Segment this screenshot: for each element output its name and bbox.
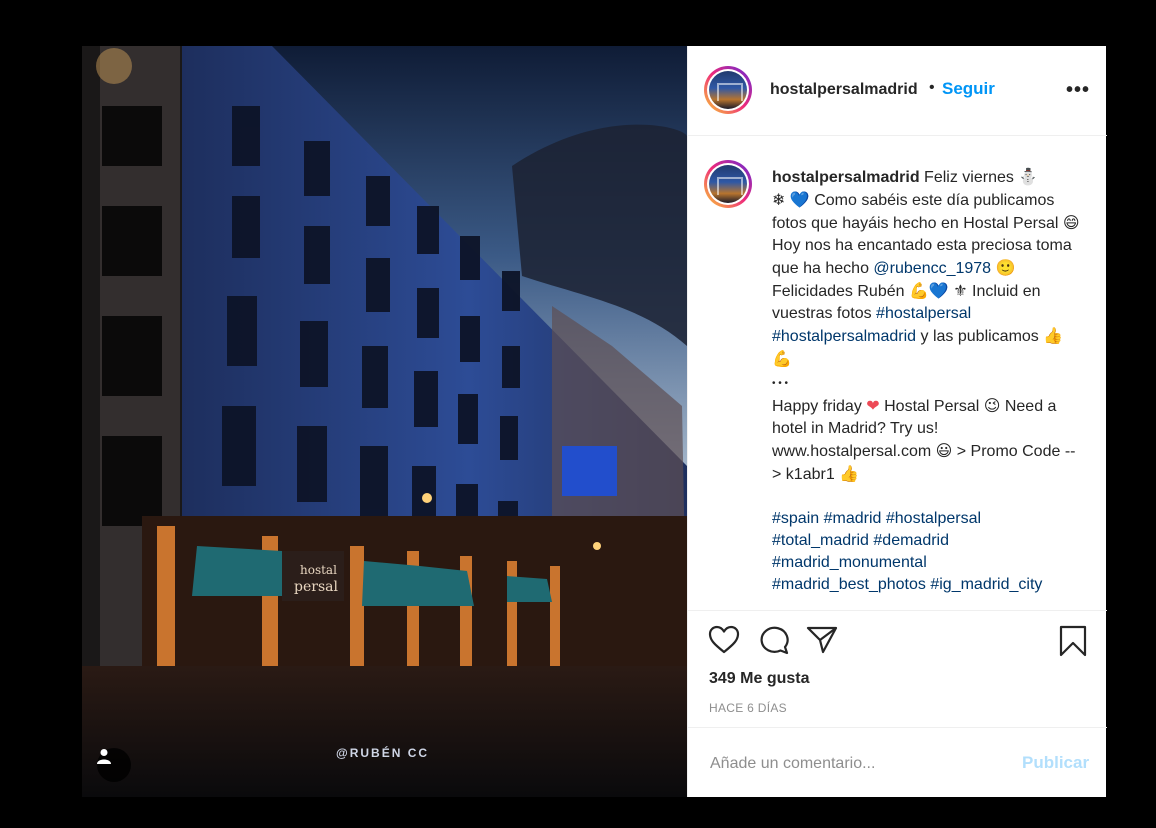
smile-icon: 🙂: [995, 258, 1016, 277]
crest-icon: ⚜: [953, 281, 968, 300]
snowman-icon: ⛄: [1018, 167, 1039, 186]
heart-icon: [708, 625, 740, 654]
hashtag-link[interactable]: #demadrid: [873, 532, 949, 549]
more-options-icon[interactable]: •••: [1066, 79, 1090, 102]
follow-button[interactable]: Seguir: [942, 79, 995, 99]
publish-button[interactable]: Publicar: [1022, 753, 1089, 773]
save-button[interactable]: [1058, 625, 1088, 662]
bookmark-icon: [1059, 625, 1087, 657]
post-timestamp[interactable]: HACE 6 DÍAS: [709, 701, 787, 715]
comment-button[interactable]: [758, 625, 790, 660]
hashtag-link[interactable]: #ig_madrid_city: [930, 576, 1042, 593]
hashtag-link[interactable]: #total_madrid: [772, 532, 869, 549]
hashtag-link[interactable]: #madrid: [824, 510, 882, 527]
svg-text:persal: persal: [294, 579, 338, 595]
post-caption: hostalpersalmadrid Feliz viernes ⛄ ❄ 💙 C…: [772, 166, 1082, 596]
comment-icon: [760, 626, 789, 655]
caption-text: y las publicamos: [916, 328, 1044, 345]
svg-text:hostal: hostal: [300, 563, 337, 577]
grin-icon: 😄: [1062, 213, 1080, 232]
post-header: hostalpersalmadrid • Seguir •••: [688, 46, 1107, 136]
caption-text: Hostal Persal: [879, 398, 984, 415]
caption-dots: • • •: [772, 378, 789, 389]
thumbs-up-icon: 👍: [1043, 326, 1064, 345]
hashtag-link[interactable]: #spain: [772, 510, 819, 527]
post-side-panel: hostalpersalmadrid • Seguir ••• hostalpe…: [687, 46, 1107, 797]
caption-avatar[interactable]: [704, 160, 752, 208]
caption-username[interactable]: hostalpersalmadrid: [772, 169, 920, 186]
caption-text: Como sabéis este día publicamos fotos qu…: [772, 192, 1063, 232]
thumbs-up-icon: 👍: [839, 464, 860, 483]
flexed-biceps-icon: 💪: [908, 281, 929, 300]
flexed-biceps-icon: 💪: [772, 349, 792, 368]
snowflake-icon: ❄: [772, 190, 786, 209]
caption-text: Feliz viernes: [919, 169, 1019, 186]
hashtag-link[interactable]: #madrid_best_photos: [772, 576, 926, 593]
likes-count[interactable]: 349 Me gusta: [709, 670, 809, 688]
share-icon: [806, 626, 838, 654]
blue-heart-icon: 💙: [928, 281, 949, 300]
caption-text: Felicidades Rubén: [772, 283, 909, 300]
comments-section[interactable]: hostalpersalmadrid Feliz viernes ⛄ ❄ 💙 C…: [688, 136, 1107, 610]
separator-dot: •: [929, 79, 935, 96]
wink-icon: 😉: [983, 396, 1001, 415]
header-avatar[interactable]: [704, 66, 752, 114]
hashtag-link[interactable]: #madrid_monumental: [772, 554, 927, 571]
post-modal: hostal persal @RUBÉN CC hostalpersalmadr…: [82, 46, 1107, 797]
caption-text: Happy friday: [772, 398, 867, 415]
post-actions: 349 Me gusta HACE 6 DÍAS: [688, 610, 1107, 728]
comment-input[interactable]: [708, 750, 1012, 778]
red-heart-icon: ❤: [866, 396, 880, 415]
mention-link[interactable]: @rubencc_1978: [873, 260, 991, 277]
blue-heart-icon: 💙: [789, 190, 810, 209]
header-username[interactable]: hostalpersalmadrid: [770, 81, 918, 99]
post-photo[interactable]: hostal persal @RUBÉN CC: [82, 46, 687, 797]
share-button[interactable]: [806, 625, 838, 660]
user-icon: [97, 749, 111, 764]
hashtag-link[interactable]: #hostalpersal: [876, 305, 971, 322]
like-button[interactable]: [708, 625, 740, 660]
hashtag-link[interactable]: #hostalpersal: [886, 510, 981, 527]
grin-icon: 😃: [935, 441, 953, 460]
hotel-facade-image: hostal persal: [82, 46, 687, 797]
photo-watermark: @RUBÉN CC: [336, 746, 430, 760]
tagged-users-button[interactable]: [97, 748, 131, 782]
hashtag-link[interactable]: #hostalpersalmadrid: [772, 328, 916, 345]
comment-bar: Publicar: [688, 727, 1107, 798]
